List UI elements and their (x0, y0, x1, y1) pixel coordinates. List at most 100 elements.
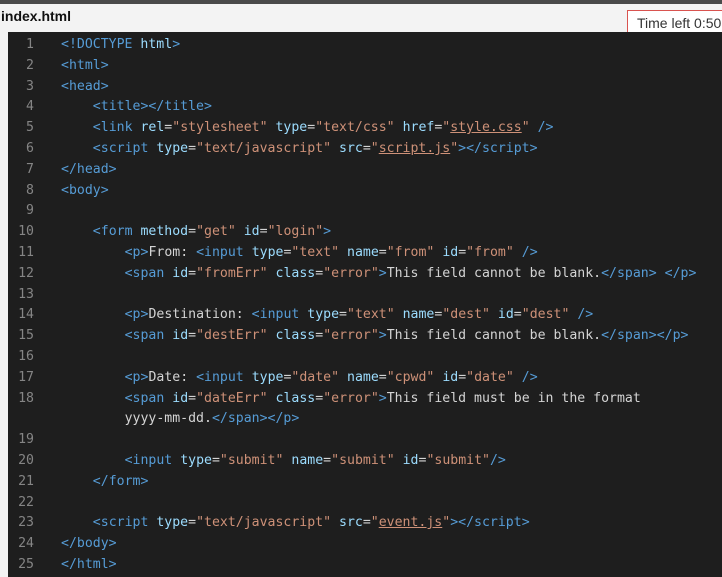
line-code: <span id="destErr" class="error">This fi… (125, 325, 689, 346)
code-token: </ (92, 473, 109, 489)
code-token: > (100, 78, 109, 94)
code-line[interactable]: 8 <body> (8, 180, 722, 201)
code-token: = (188, 224, 197, 240)
code-token: > (323, 224, 332, 240)
code-token: class (275, 265, 316, 281)
code-token: "dest" (521, 307, 570, 323)
code-token: /> (521, 369, 538, 385)
code-token: = (259, 224, 268, 240)
code-token: ></ (259, 411, 284, 427)
line-number: 24 (18, 536, 34, 552)
code-token: id (402, 453, 419, 468)
code-line[interactable]: 21 </form> (8, 471, 722, 492)
code-token: < (196, 245, 205, 260)
code-token: type (156, 515, 189, 531)
code-token: = (188, 265, 197, 281)
code-token: "text" (291, 245, 340, 260)
code-line[interactable]: 16 (8, 346, 722, 367)
code-token: <! (61, 37, 77, 52)
code-token: > (688, 265, 697, 281)
code-token: name (347, 369, 379, 385)
code-token: "cpwd" (386, 369, 435, 385)
code-token: > (108, 161, 117, 177)
code-token: = (362, 141, 371, 156)
code-token: style.css (450, 120, 522, 136)
code-line[interactable]: 6 <script type="text/javascript" src="scr… (8, 138, 722, 159)
code-line[interactable]: 15 <span id="destErr" class="error">This … (8, 325, 722, 346)
line-number: 20 (18, 453, 34, 468)
code-line[interactable]: 13 (8, 284, 722, 305)
code-token: < (61, 57, 69, 73)
line-code: <p>Date: <input type="date" name="cpwd" … (125, 367, 538, 388)
line-code: <form method="get" id="login"> (93, 221, 331, 242)
code-token: html (76, 557, 109, 572)
code-token: "from" (466, 245, 514, 260)
code-token: </ (601, 328, 617, 344)
code-line[interactable]: 11 <p>From: <input type="text" name="from… (8, 242, 722, 263)
code-line[interactable]: 12 <span id="fromErr" class="error">This … (8, 263, 722, 284)
code-line[interactable]: 1 <!DOCTYPE html> (8, 34, 722, 55)
code-token: < (124, 245, 133, 260)
code-token: DOCTYPE (76, 37, 133, 52)
code-editor[interactable]: 1 <!DOCTYPE html> 2 <html> 3 <head> 4 <title></… (8, 32, 722, 577)
code-token: = (188, 328, 197, 344)
line-number: 25 (18, 557, 34, 572)
code-line[interactable]: 19 (8, 429, 722, 450)
code-token: < (124, 265, 133, 281)
code-token: This field cannot be blank. (386, 328, 602, 344)
code-token: head (68, 78, 101, 94)
line-number: 10 (18, 224, 34, 240)
code-token: input (204, 369, 244, 385)
line-number: 7 (26, 161, 34, 177)
code-token: = (315, 265, 324, 281)
code-token: = (315, 328, 324, 344)
code-token: body (68, 182, 101, 198)
code-token: = (378, 369, 387, 385)
code-line[interactable]: 3 <head> (8, 76, 722, 97)
code-line[interactable]: 22 (8, 492, 722, 513)
code-token: href (402, 120, 435, 136)
code-token: = (458, 245, 467, 260)
code-line[interactable]: 23 <script type="text/javascript" src="ev… (8, 512, 722, 533)
code-token: p (132, 307, 141, 323)
code-line[interactable]: 4 <title></title> (8, 96, 722, 117)
line-number: 22 (18, 494, 34, 510)
code-line[interactable]: 2 <html> (8, 55, 722, 76)
code-line[interactable]: 17 <p>Date: <input type="date" name="cpwd… (8, 367, 722, 388)
code-token: > (140, 473, 149, 489)
code-token: = (188, 141, 197, 156)
code-line[interactable]: 10 <form method="get" id="login"> (8, 221, 722, 242)
code-token: id (442, 369, 459, 385)
code-line[interactable]: 20 <input type="submit" name="submit" id=… (8, 450, 722, 471)
code-line[interactable]: 18 <span id="dateErr" class="error">This … (8, 388, 722, 409)
code-token: name (402, 307, 435, 323)
code-token: name (347, 245, 379, 260)
code-line[interactable]: 14 <p>Destination: <input type="text" nam… (8, 304, 722, 325)
line-number: 18 (18, 390, 34, 406)
code-line[interactable]: 24 </body> (8, 533, 722, 554)
line-code: yyyy-mm-dd.</span></p> (125, 408, 300, 429)
line-code: <link rel="stylesheet" type="text/css" h… (93, 117, 554, 138)
code-line[interactable]: 25 </html> (8, 554, 722, 575)
code-token: /> (521, 245, 538, 260)
code-token: < (124, 328, 133, 344)
code-token: span (132, 390, 165, 406)
code-line[interactable]: 9 (8, 200, 722, 221)
code-token: > (100, 57, 109, 73)
code-token: ></ (458, 141, 482, 156)
code-line[interactable]: yyyy-mm-dd.</span></p> (8, 408, 722, 429)
code-token: input (132, 453, 173, 468)
code-token: > (521, 515, 530, 531)
code-token: type (307, 307, 340, 323)
code-token: span (132, 328, 165, 344)
code-line[interactable]: 7 </head> (8, 159, 722, 180)
code-line[interactable]: 5 <link rel="stylesheet" type="text/css" … (8, 117, 722, 138)
code-token: id (442, 245, 459, 260)
